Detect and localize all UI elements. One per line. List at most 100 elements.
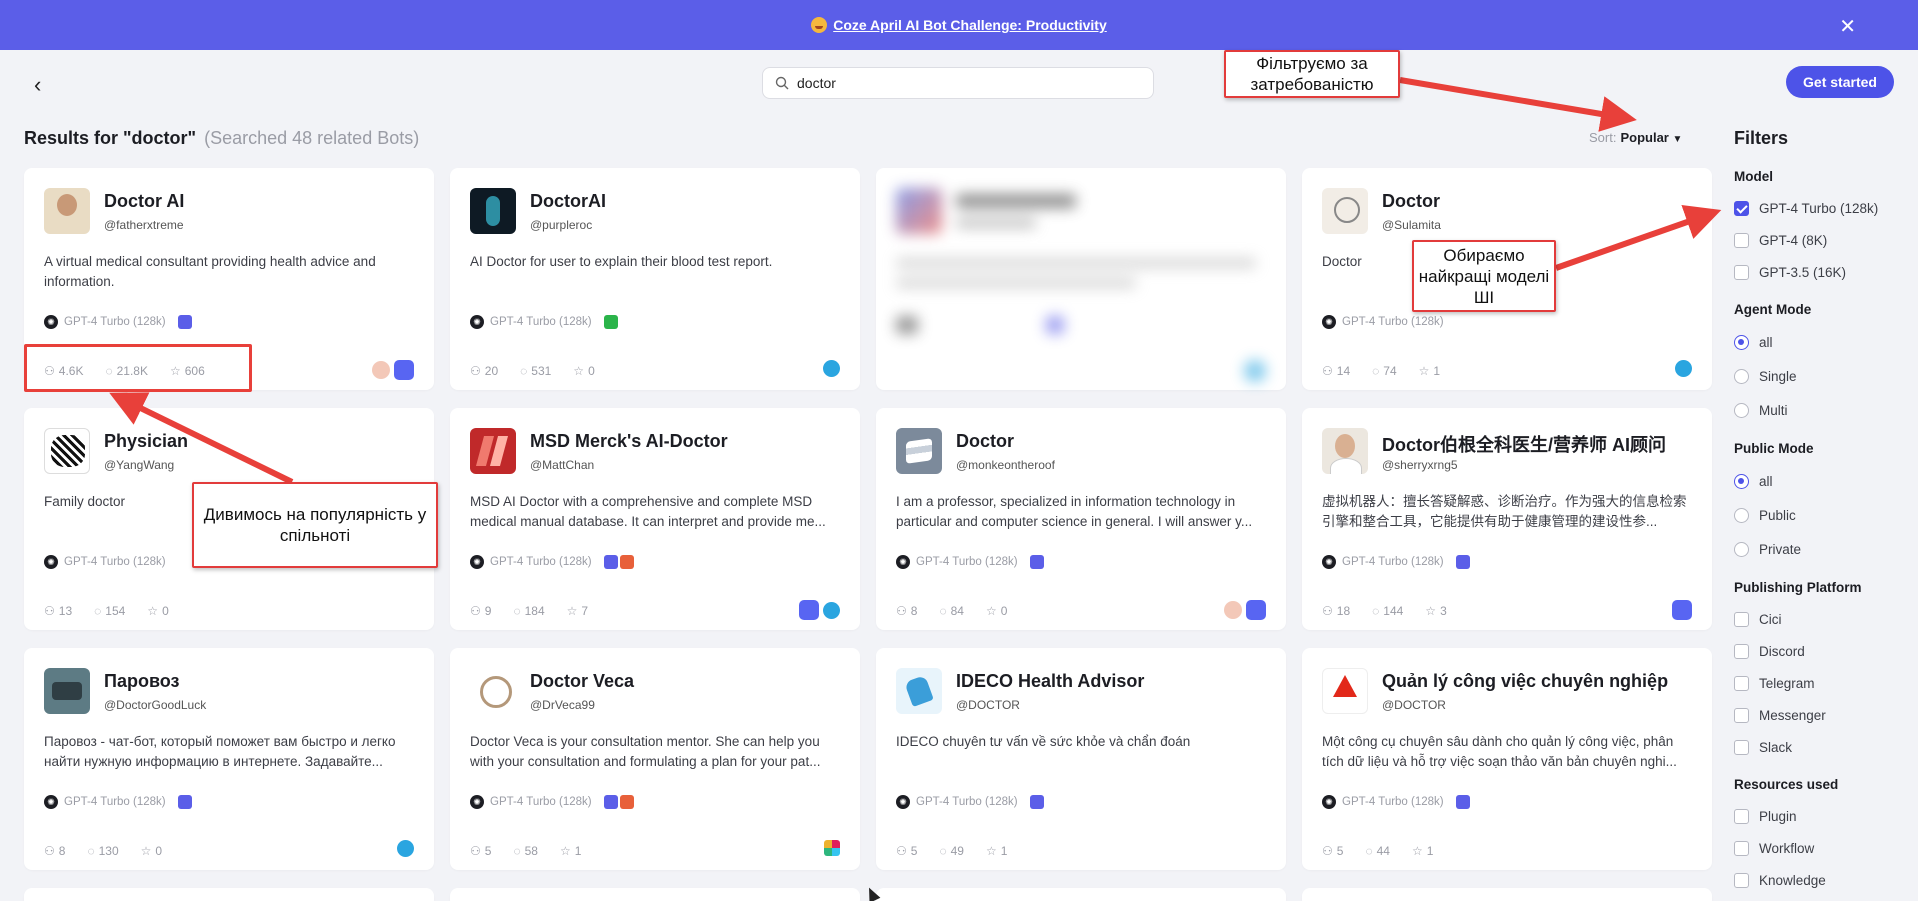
stars-stat: ☆ 0 [147, 604, 168, 618]
bot-card-partial[interactable] [24, 888, 434, 901]
chats-count: 74 [1383, 364, 1397, 378]
model-option[interactable]: GPT-3.5 (16K) [1734, 256, 1904, 288]
users-stat: ⚇ 8 [44, 844, 65, 858]
users-count: 5 [484, 844, 492, 858]
checkbox[interactable] [1734, 808, 1749, 824]
radio[interactable] [1734, 368, 1749, 384]
banner-link[interactable]: Coze April AI Bot Challenge: Productivit… [833, 17, 1107, 33]
radio-selected[interactable] [1734, 473, 1749, 489]
bot-handle: @Sulamita [1382, 218, 1441, 232]
checkbox[interactable] [1734, 739, 1749, 755]
bot-card[interactable]: IDECO Health Advisor @DOCTOR IDECO chuyê… [876, 648, 1286, 870]
search-box[interactable] [762, 67, 1154, 99]
bot-name[interactable]: Doctor [956, 431, 1014, 452]
bot-card[interactable]: Quản lý công việc chuyên nghiệp @DOCTOR … [1302, 648, 1712, 870]
bot-name[interactable]: Quản lý công việc chuyên nghiệp [1382, 671, 1668, 692]
bot-name[interactable]: Physician [104, 431, 188, 452]
bot-name[interactable]: Doctor [1382, 191, 1440, 212]
filter-group-title: Publishing Platform [1734, 580, 1862, 595]
chats-count: 49 [950, 844, 964, 858]
chat-icon: ◌ [513, 844, 521, 858]
results-count: (Searched 48 related Bots) [204, 128, 420, 148]
bot-card[interactable]: Паровоз @DoctorGoodLuck Паровоз - чат-бо… [24, 648, 434, 870]
option-label: GPT-4 Turbo (128k) [1759, 200, 1879, 216]
checkbox-checked[interactable] [1734, 200, 1749, 216]
stars-stat: ☆ 1 [1419, 364, 1440, 378]
option-label: Cici [1759, 611, 1782, 627]
checkbox[interactable] [1734, 707, 1749, 723]
bot-card[interactable]: MSD Merck's AI-Doctor @MattChan MSD AI D… [450, 408, 860, 630]
bot-handle: @fatherxtreme [104, 218, 184, 232]
checkbox[interactable] [1734, 611, 1749, 627]
checkbox[interactable] [1734, 643, 1749, 659]
option-label: all [1759, 334, 1773, 350]
radio[interactable] [1734, 507, 1749, 523]
bot-name[interactable]: Паровоз [104, 671, 179, 692]
radio[interactable] [1734, 541, 1749, 557]
bot-model: ✺ GPT-4 Turbo (128k) [44, 795, 192, 809]
bot-card[interactable]: Doctor @monkeontheroof I am a professor,… [876, 408, 1286, 630]
bot-avatar [44, 188, 90, 234]
bot-card-partial[interactable] [876, 888, 1286, 901]
bot-card[interactable]: Doctor Veca @DrVeca99 Doctor Veca is you… [450, 648, 860, 870]
platforms [397, 840, 414, 857]
users-icon: ⚇ [470, 844, 481, 858]
option-label: Public [1759, 507, 1796, 523]
bot-name[interactable]: DoctorAI [530, 191, 606, 212]
model-name: GPT-4 Turbo (128k) [64, 316, 166, 328]
public-mode-option[interactable]: Public [1734, 498, 1904, 532]
resource-option[interactable]: Knowledge [1734, 864, 1904, 896]
get-started-button[interactable]: Get started [1786, 66, 1894, 98]
option-label: all [1759, 473, 1773, 489]
users-count: 13 [58, 604, 73, 618]
sort-label: Sort: [1589, 130, 1617, 145]
checkbox[interactable] [1734, 840, 1749, 856]
stars-count: 1 [574, 844, 582, 858]
back-arrow-icon[interactable]: ‹ [34, 72, 41, 98]
platforms [1224, 600, 1266, 620]
agent-mode-option[interactable]: Multi [1734, 393, 1904, 427]
search-input[interactable] [797, 75, 1137, 91]
bot-stats: ⚇ 13 ◌ 154 ☆ 0 [44, 604, 169, 618]
checkbox[interactable] [1734, 232, 1749, 248]
model-option[interactable]: GPT-4 (8K) [1734, 224, 1904, 256]
bot-card[interactable]: DoctorAI @purpleroc AI Doctor for user t… [450, 168, 860, 390]
model-option[interactable]: GPT-4 Turbo (128k) [1734, 192, 1904, 224]
openai-icon: ✺ [44, 555, 58, 569]
checkbox[interactable] [1734, 264, 1749, 280]
public-mode-option[interactable]: all [1734, 464, 1904, 498]
checkbox[interactable] [1734, 675, 1749, 691]
platform-option[interactable]: Slack [1734, 731, 1904, 763]
agent-mode-option[interactable]: Single [1734, 359, 1904, 393]
bot-stats: ⚇ 14 ◌ 74 ☆ 1 [1322, 364, 1440, 378]
public-mode-option[interactable]: Private [1734, 532, 1904, 566]
plugin-icon [1029, 555, 1044, 569]
bot-card-partial[interactable] [450, 888, 860, 901]
users-icon: ⚇ [1322, 604, 1333, 618]
bot-name[interactable]: Doctor Veca [530, 671, 634, 692]
bot-name[interactable]: IDECO Health Advisor [956, 671, 1144, 692]
close-icon[interactable]: ✕ [1839, 14, 1856, 39]
chats-stat: ◌ 74 [1372, 364, 1397, 378]
bot-card-blurred[interactable] [876, 168, 1286, 390]
resource-option[interactable]: Workflow [1734, 832, 1904, 864]
mouse-cursor-icon [863, 885, 881, 901]
platform-option[interactable]: Messenger [1734, 699, 1904, 731]
radio[interactable] [1734, 402, 1749, 418]
radio-selected[interactable] [1734, 334, 1749, 350]
resource-option[interactable]: Plugin [1734, 800, 1904, 832]
bot-name[interactable]: Doctor AI [104, 191, 184, 212]
checkbox[interactable] [1734, 872, 1749, 888]
bot-card[interactable]: Doctor伯根全科医生/营养师 AI顾问 @sherryxrng5 虚拟机器人… [1302, 408, 1712, 630]
agent-mode-option[interactable]: all [1734, 325, 1904, 359]
filters-panel: Filters Model GPT-4 Turbo (128k) GPT-4 (… [1734, 128, 1904, 901]
platform-option[interactable]: Cici [1734, 603, 1904, 635]
platform-option[interactable]: Telegram [1734, 667, 1904, 699]
platform-option[interactable]: Discord [1734, 635, 1904, 667]
sort-value[interactable]: Popular [1620, 130, 1668, 145]
bot-card-partial[interactable] [1302, 888, 1712, 901]
sort-control[interactable]: Sort: Popular ▼ [1589, 130, 1682, 145]
bot-stats: ⚇ 8 ◌ 84 ☆ 0 [896, 604, 1007, 618]
bot-name[interactable]: MSD Merck's AI-Doctor [530, 431, 728, 452]
bot-name[interactable]: Doctor伯根全科医生/营养师 AI顾问 [1382, 431, 1666, 457]
